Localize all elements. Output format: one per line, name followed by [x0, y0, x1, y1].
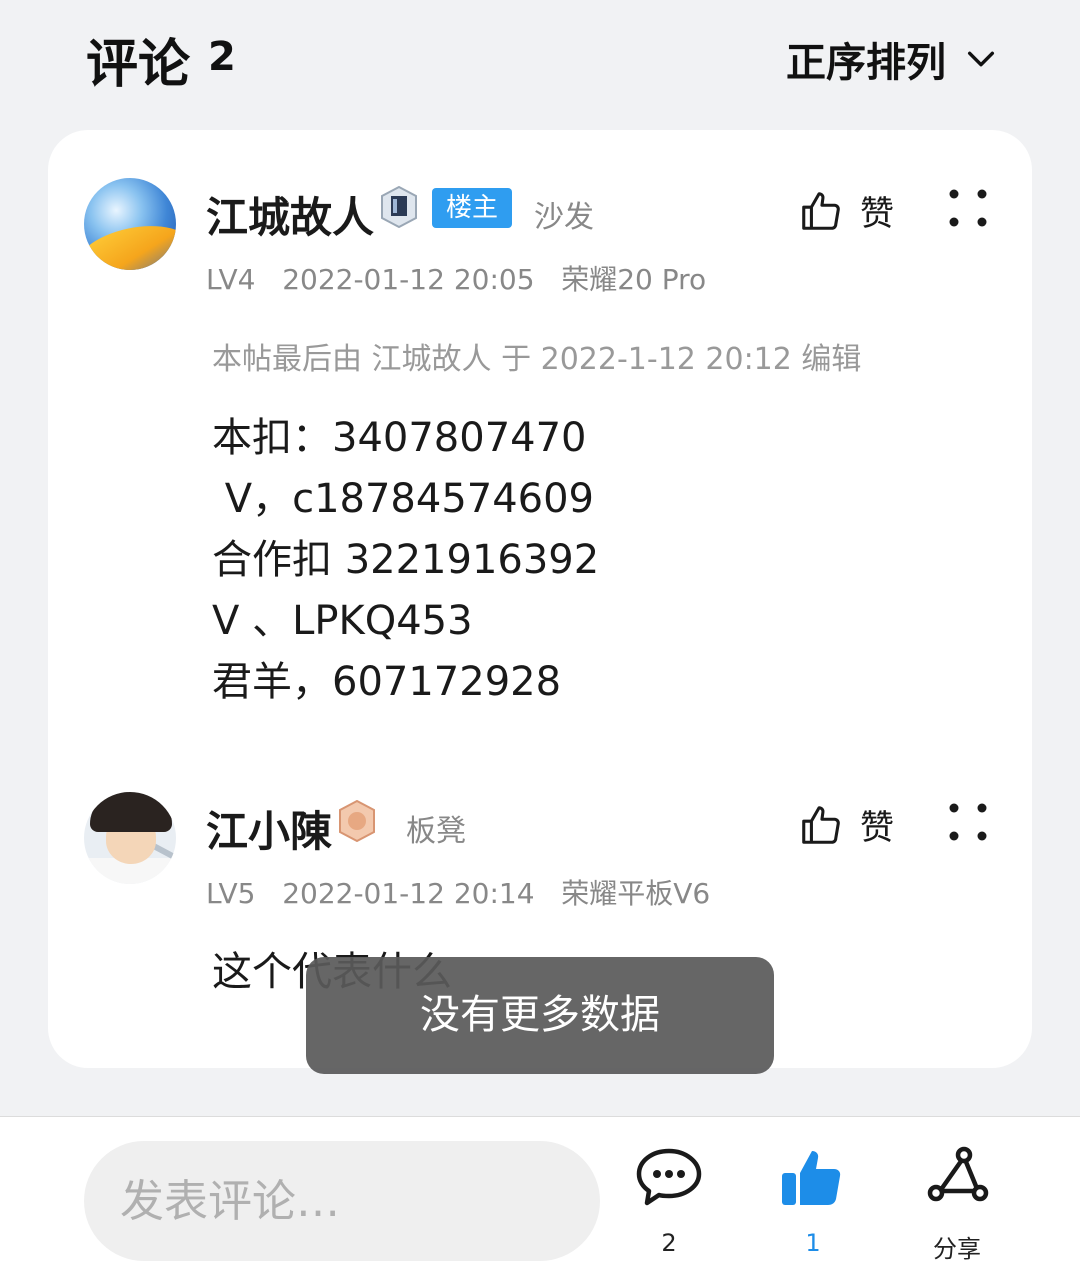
toast-message: 没有更多数据	[306, 957, 774, 1074]
like-label: 赞	[860, 808, 894, 848]
content-line: V，c18784574609	[212, 476, 595, 522]
share-icon	[927, 1146, 989, 1202]
comments-card: 江城故人 楼主 沙发 赞 LV4 2022-01-12 20:05 荣耀20 P…	[48, 130, 1032, 1068]
comment-count-label: 2	[661, 1229, 677, 1257]
chevron-down-icon	[967, 51, 995, 67]
comments-header: 评论 2 正序排列	[0, 0, 1080, 120]
content-line: 合作扣 3221916392	[212, 537, 600, 583]
thumbs-up-icon	[802, 191, 840, 230]
like-button[interactable]: 赞	[798, 186, 894, 235]
comment-button[interactable]: 2	[614, 1143, 724, 1257]
comment-input[interactable]	[84, 1141, 600, 1261]
medal-icon	[381, 186, 417, 228]
floor-label: 沙发	[534, 200, 594, 235]
share-button[interactable]: 分享	[902, 1143, 1012, 1264]
username[interactable]: 江城故人	[206, 184, 374, 245]
content-line: 君羊，607172928	[212, 659, 562, 705]
avatar[interactable]	[84, 178, 176, 270]
comment-meta: LV4 2022-01-12 20:05 荣耀20 Pro	[206, 263, 707, 296]
comment-count: 2	[208, 34, 236, 80]
sort-dropdown[interactable]: 正序排列	[786, 30, 998, 88]
like-button[interactable]: 赞	[798, 800, 894, 849]
share-label: 分享	[933, 1235, 981, 1263]
username[interactable]: 江小陳	[206, 798, 332, 859]
avatar[interactable]	[84, 792, 176, 884]
thumbs-up-filled-icon	[782, 1151, 841, 1205]
medal-icon	[339, 800, 375, 842]
sort-label: 正序排列	[786, 40, 946, 86]
comment-content: 本扣：3407807470 V，c18784574609 合作扣 3221916…	[212, 408, 599, 713]
more-dots-icon[interactable]	[948, 188, 988, 228]
like-count-label: 1	[805, 1229, 821, 1257]
comment-meta: LV5 2022-01-12 20:14 荣耀平板V6	[206, 877, 711, 910]
bottom-bar: 2 1 分享	[0, 1116, 1080, 1284]
comment-bubble-icon	[636, 1148, 702, 1206]
floor-label: 板凳	[406, 814, 466, 849]
like-label: 赞	[860, 194, 894, 234]
op-badge: 楼主	[432, 188, 513, 228]
more-dots-icon[interactable]	[948, 802, 988, 842]
content-line: V 、LPKQ453	[212, 598, 473, 644]
thumbs-up-icon	[802, 805, 840, 844]
edit-note: 本帖最后由 江城故人 于 2022-1-12 20:12 编辑	[212, 342, 862, 377]
like-post-button[interactable]: 1	[758, 1143, 868, 1257]
content-line: 本扣：3407807470	[212, 415, 587, 461]
page-title: 评论	[86, 35, 191, 95]
